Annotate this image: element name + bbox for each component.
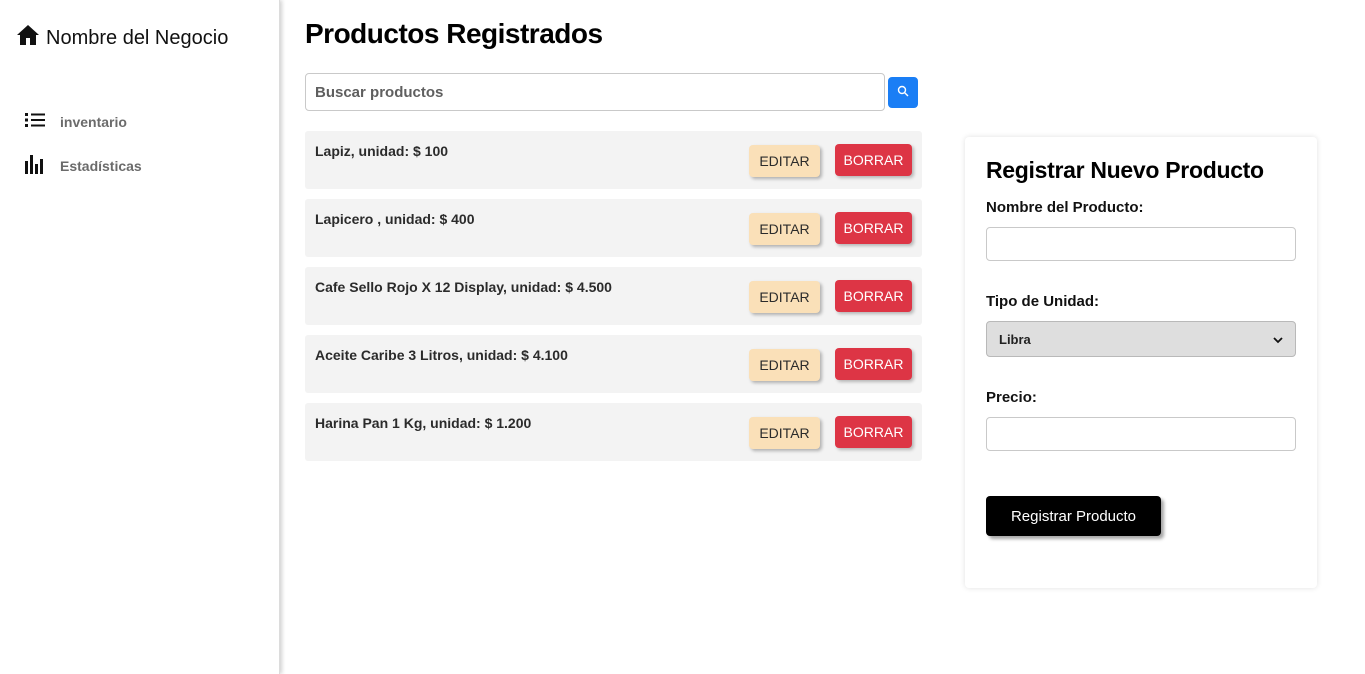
product-row: Harina Pan 1 Kg, unidad: $ 1.200 EDITAR …: [305, 403, 922, 461]
form-title: Registrar Nuevo Producto: [986, 157, 1264, 183]
sidebar-item-inventario[interactable]: inventario: [24, 109, 127, 134]
delete-button[interactable]: BORRAR: [835, 212, 912, 244]
product-text: Cafe Sello Rojo X 12 Display, unidad: $ …: [315, 279, 612, 295]
bar-chart-icon: [24, 153, 46, 178]
product-text: Lapiz, unidad: $ 100: [315, 143, 449, 159]
sidebar: Nombre del Negocio inventario Estadístic…: [0, 0, 280, 674]
edit-button[interactable]: EDITAR: [749, 349, 820, 381]
edit-button[interactable]: EDITAR: [749, 213, 820, 245]
search-input[interactable]: [305, 73, 885, 111]
brand-name: Nombre del Negocio: [46, 26, 229, 49]
price-field[interactable]: [986, 417, 1296, 451]
product-text: Aceite Caribe 3 Litros, unidad: $ 4.100: [315, 347, 568, 363]
brand[interactable]: Nombre del Negocio: [16, 24, 228, 52]
product-row: Cafe Sello Rojo X 12 Display, unidad: $ …: [305, 267, 922, 325]
delete-button[interactable]: BORRAR: [835, 280, 912, 312]
edit-button[interactable]: EDITAR: [749, 417, 820, 449]
sidebar-item-label: inventario: [60, 113, 127, 130]
unit-type-label: Tipo de Unidad:: [986, 293, 1100, 310]
register-product-form: Registrar Nuevo Producto Nombre del Prod…: [965, 137, 1317, 588]
chevron-down-icon: [1273, 332, 1283, 347]
list-icon: [24, 109, 46, 134]
search-button[interactable]: [888, 77, 918, 108]
edit-button[interactable]: EDITAR: [749, 281, 820, 313]
page-title: Productos Registrados: [305, 18, 603, 49]
product-name-field[interactable]: [986, 227, 1296, 261]
unit-type-selected: Libra: [999, 331, 1031, 347]
delete-button[interactable]: BORRAR: [835, 348, 912, 380]
sidebar-item-label: Estadísticas: [60, 157, 142, 174]
search-icon: [897, 84, 909, 102]
home-icon: [16, 24, 40, 52]
product-text: Lapicero , unidad: $ 400: [315, 211, 475, 227]
price-label: Precio:: [986, 389, 1037, 406]
sidebar-item-estadisticas[interactable]: Estadísticas: [24, 153, 142, 178]
delete-button[interactable]: BORRAR: [835, 144, 912, 176]
product-text: Harina Pan 1 Kg, unidad: $ 1.200: [315, 415, 532, 431]
edit-button[interactable]: EDITAR: [749, 145, 820, 177]
app-root: Nombre del Negocio inventario Estadístic…: [0, 0, 1365, 674]
product-name-label: Nombre del Producto:: [986, 199, 1144, 216]
product-row: Aceite Caribe 3 Litros, unidad: $ 4.100 …: [305, 335, 922, 393]
unit-type-select[interactable]: Libra: [986, 321, 1296, 357]
product-row: Lapiz, unidad: $ 100 EDITAR BORRAR: [305, 131, 922, 189]
delete-button[interactable]: BORRAR: [835, 416, 912, 448]
register-product-button[interactable]: Registrar Producto: [986, 496, 1161, 536]
product-row: Lapicero , unidad: $ 400 EDITAR BORRAR: [305, 199, 922, 257]
